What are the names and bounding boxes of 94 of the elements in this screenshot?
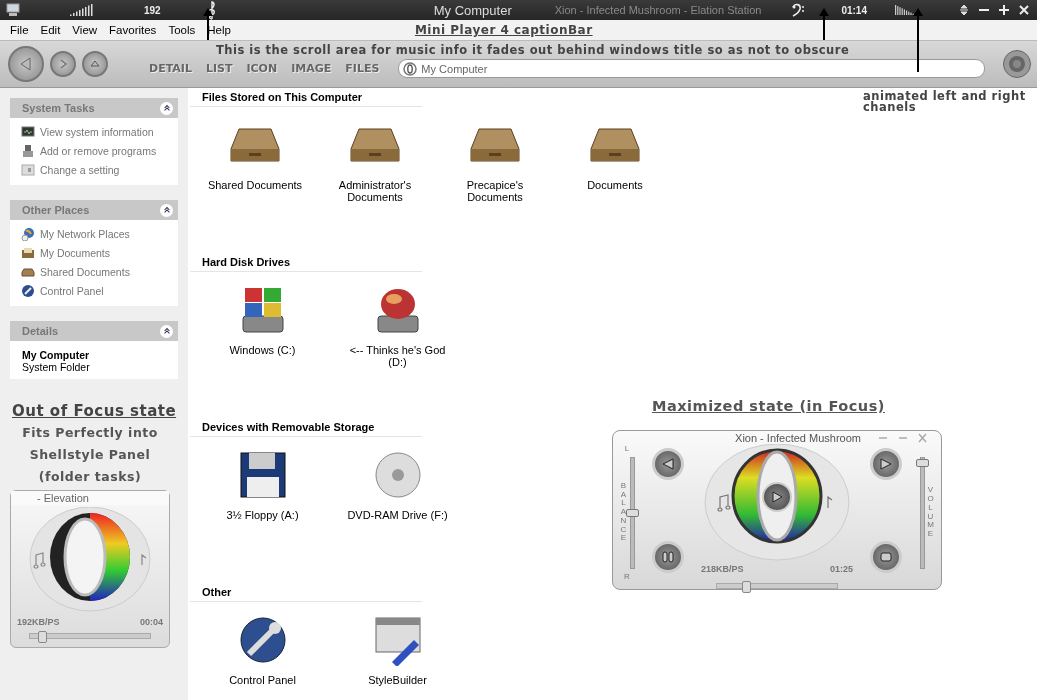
- annotation-title: Maximized state (in Focus): [652, 398, 885, 414]
- play-icon: [770, 490, 784, 504]
- item-label[interactable]: StyleBuilder: [342, 674, 453, 686]
- slider-thumb[interactable]: [625, 508, 639, 517]
- item-label[interactable]: Windows (C:): [207, 344, 318, 356]
- previous-icon: [661, 457, 675, 471]
- annotation-text: Mini Player 4 captionBar: [414, 23, 593, 37]
- documents-icon: [21, 246, 35, 260]
- slider-end-label: R: [624, 572, 630, 581]
- item-label[interactable]: Control Panel: [207, 674, 318, 686]
- address-field[interactable]: My Computer: [398, 59, 985, 78]
- item-label[interactable]: Shared Documents: [200, 179, 310, 191]
- item-label[interactable]: 3½ Floppy (A:): [207, 509, 318, 521]
- time-text: 01:14: [841, 4, 867, 16]
- annotation-arrow: [819, 8, 829, 41]
- previous-button[interactable]: [652, 448, 684, 480]
- task-link[interactable]: Add or remove programs: [40, 145, 157, 157]
- task-link[interactable]: Shared Documents: [40, 266, 130, 278]
- track-title: - Elevation: [11, 491, 169, 505]
- balance-label: BALANCE: [619, 481, 628, 544]
- collapse-button[interactable]: [160, 203, 173, 217]
- task-link[interactable]: My Documents: [40, 247, 111, 259]
- details-name: My Computer: [22, 349, 91, 361]
- restore-icon: [959, 4, 969, 16]
- section-header: Devices with Removable Storage: [190, 421, 422, 437]
- menu-item[interactable]: Tools: [162, 24, 202, 36]
- section-header: Files Stored on This Computer: [190, 91, 422, 107]
- stop-button[interactable]: [870, 541, 902, 573]
- programs-icon: [21, 144, 35, 158]
- channel-meter-drawing: [894, 5, 917, 15]
- task-link[interactable]: Change a setting: [40, 164, 120, 176]
- close-icon: [1019, 5, 1029, 15]
- task-link[interactable]: My Network Places: [40, 228, 130, 240]
- next-icon: [879, 457, 893, 471]
- bass-clef-icon: [791, 3, 806, 17]
- collapse-button[interactable]: [160, 324, 173, 338]
- setting-icon: [21, 163, 35, 177]
- collapse-button[interactable]: [160, 101, 173, 115]
- double-chevron-up-icon: [162, 104, 171, 112]
- menu-item[interactable]: Edit: [34, 24, 67, 36]
- bitrate-text: 192KB/PS: [17, 617, 60, 627]
- bitrate-text: 192: [144, 4, 161, 16]
- forward-button[interactable]: [50, 51, 76, 77]
- info-icon: [21, 125, 35, 139]
- menu-item[interactable]: View: [66, 24, 104, 36]
- network-icon: [21, 227, 35, 241]
- next-button[interactable]: [870, 448, 902, 480]
- item-label[interactable]: Precapice's Documents: [440, 179, 550, 203]
- slider-thumb[interactable]: [915, 459, 929, 467]
- slider-thumb[interactable]: [38, 631, 47, 643]
- bitrate-text: 218KB/PS: [701, 564, 744, 574]
- annotation-title: Out of Focus state: [12, 402, 178, 420]
- annotation-text: Fits Perfectly into Shellstyle Panel (folder tasks): [21, 424, 159, 486]
- time-text: 01:25: [829, 564, 853, 574]
- task-link[interactable]: Control Panel: [40, 285, 104, 297]
- track-info: Xion - Infected Mushroom - Elation Station: [554, 4, 762, 16]
- section-header: Hard Disk Drives: [190, 256, 422, 272]
- menu-item[interactable]: File: [4, 24, 35, 36]
- time-text: 00:04: [139, 617, 163, 627]
- annotation-text: animated left and right chanels: [863, 91, 1027, 113]
- computer-icon: [6, 3, 20, 17]
- title-controls-icon: [877, 433, 927, 443]
- item-label[interactable]: Documents: [560, 179, 670, 191]
- control-panel-icon: [21, 284, 35, 298]
- details-description: System Folder: [22, 361, 91, 373]
- stop-icon: [879, 550, 893, 564]
- double-chevron-up-icon: [162, 327, 171, 335]
- slider-end-label: L: [624, 444, 630, 453]
- window-title: My Computer: [433, 2, 512, 18]
- track-title: Xion - Infected Mushroom: [735, 432, 861, 444]
- menu-item[interactable]: Favorites: [103, 24, 163, 36]
- panel-title: System Tasks: [22, 102, 95, 114]
- panel-title: Other Places: [22, 204, 90, 216]
- item-label[interactable]: <-- Thinks he's God (D:): [342, 344, 453, 368]
- section-header: Other: [190, 586, 422, 602]
- annotation-text: This is the scroll area for music info it fades out behind windows title so as not to obscure: [215, 43, 851, 57]
- settings-icon: [1007, 54, 1027, 74]
- address-icon: [403, 61, 418, 76]
- volume-label: VOLUME: [926, 486, 935, 539]
- slider-thumb[interactable]: [741, 581, 751, 593]
- task-link[interactable]: View system information: [40, 126, 154, 138]
- plus-icon: [999, 5, 1009, 15]
- panel-title: Details: [22, 325, 59, 337]
- folder-icon: [21, 265, 35, 279]
- pause-icon: [661, 550, 675, 564]
- item-label[interactable]: DVD-RAM Drive (F:): [342, 509, 453, 521]
- double-chevron-up-icon: [162, 206, 171, 214]
- back-button[interactable]: [8, 46, 44, 82]
- annotation-arrow: [913, 8, 923, 73]
- up-button[interactable]: [82, 51, 108, 77]
- pause-button[interactable]: [652, 541, 684, 573]
- settings-button[interactable]: [1003, 50, 1031, 78]
- signal-bars-icon: [70, 4, 94, 16]
- item-label[interactable]: Administrator's Documents: [320, 179, 430, 203]
